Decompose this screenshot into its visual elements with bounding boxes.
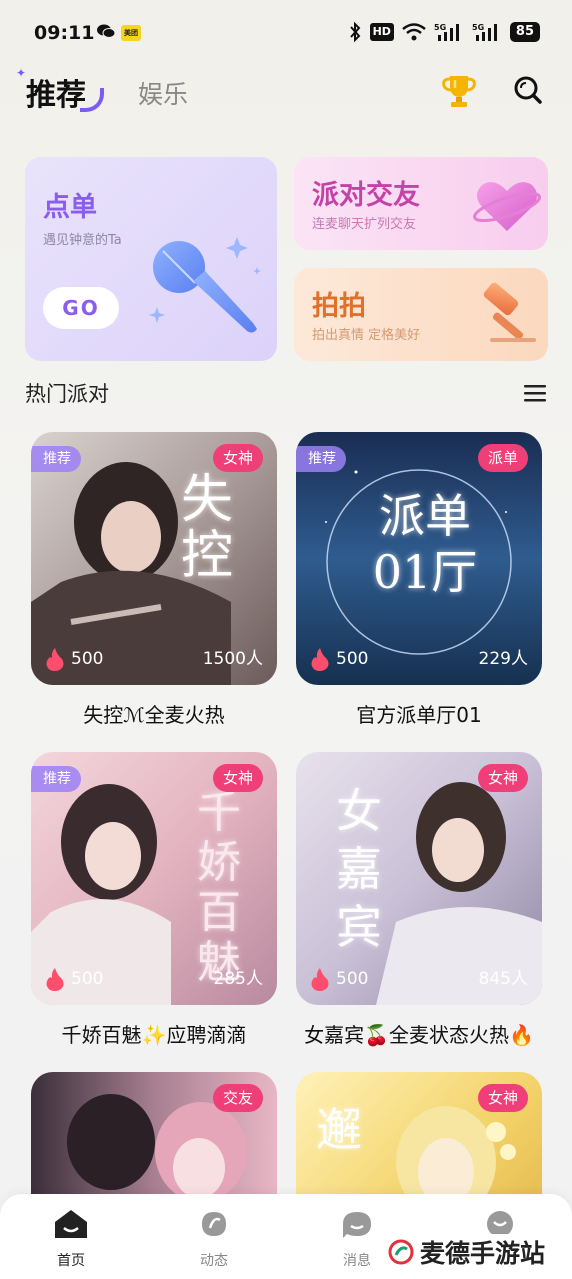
room-card[interactable]: 女嘉宾 女神 500 845人 女嘉宾🍒全麦状态火热🔥 [296, 752, 542, 1048]
room-tag-category: 女神 [477, 1084, 528, 1112]
hd-badge: HD [369, 23, 394, 41]
room-tag-recommend: 推荐 [296, 446, 346, 472]
room-card[interactable]: 失控 推荐 女神 500 1500人 失控ℳ全麦火热 [31, 432, 277, 728]
fire-icon [311, 648, 329, 671]
room-name: 千娇百魅✨应聘滴滴 [61, 1023, 247, 1047]
snap-card-subtitle: 拍出真情 定格美好 [312, 328, 421, 343]
snap-card-title: 拍拍 [312, 291, 366, 322]
wechat-icon [97, 24, 115, 38]
nav-moments[interactable]: 动态 [174, 1208, 254, 1270]
tab-recommend[interactable]: 推荐 [26, 70, 86, 114]
party-card[interactable]: 派对交友 连麦聊天扩列交友 [294, 157, 548, 250]
room-heat: 500 [310, 647, 368, 671]
room-card[interactable]: 派单 01厅 推荐 派单 500 229人 官方派单厅01 [296, 432, 542, 728]
order-card[interactable]: 点单 遇见钟意的Ta GO [25, 157, 277, 361]
room-cover-title: 失控 [181, 470, 234, 586]
room-cover[interactable]: 失控 推荐 女神 500 1500人 [31, 432, 277, 685]
nav-home[interactable]: 首页 [31, 1208, 111, 1270]
watermark-text: 麦德手游站 [420, 1239, 546, 1268]
bluetooth-icon [349, 22, 360, 42]
room-tag-category: 女神 [477, 764, 528, 792]
room-heat: 500 [310, 967, 368, 991]
microphone-icon [149, 237, 261, 333]
party-card-title: 派对交友 [312, 180, 420, 211]
signal-icon: 5G [434, 23, 459, 41]
room-cover-title: 邂 [316, 1103, 362, 1157]
go-button[interactable]: GO [43, 287, 119, 329]
fire-icon [311, 968, 329, 991]
room-cover-title: 女嘉宾 [336, 784, 382, 954]
nav-moments-label: 动态 [200, 1253, 228, 1269]
party-card-subtitle: 连麦聊天扩列交友 [312, 217, 417, 232]
status-time: 09:11 [34, 22, 95, 44]
order-card-title: 点单 [43, 192, 97, 223]
tab-entertainment[interactable]: 娱乐 [138, 75, 188, 111]
top-tabs: ✦ 推荐 娱乐 [0, 62, 572, 122]
room-heat-value: 500 [71, 649, 104, 669]
room-heat-value: 500 [336, 649, 369, 669]
room-name: 失控ℳ全麦火热 [83, 703, 225, 727]
room-cover-title: 派单 01厅 [372, 489, 478, 599]
fire-icon [46, 648, 64, 671]
gavel-icon [483, 282, 536, 342]
status-indicators: HD 5G 5G 85 [348, 22, 540, 42]
home-icon [55, 1210, 87, 1238]
snap-card[interactable]: 拍拍 拍出真情 定格美好 [294, 268, 548, 361]
room-tag-category: 女神 [212, 444, 263, 472]
room-heat: 500 [45, 967, 103, 991]
nav-home-label: 首页 [57, 1253, 85, 1269]
room-cover[interactable]: 千娇百魅 推荐 女神 500 285人 [31, 752, 277, 1005]
room-name: 女嘉宾🍒全麦状态火热🔥 [304, 1023, 534, 1047]
room-member-count: 1500人 [202, 649, 263, 669]
room-heat-value: 500 [71, 969, 104, 989]
message-icon [343, 1212, 371, 1238]
section-title: 热门派对 [25, 382, 109, 406]
trophy-icon[interactable] [440, 72, 478, 110]
menu-icon[interactable] [524, 384, 546, 402]
order-card-subtitle: 遇见钟意的Ta [43, 233, 122, 248]
room-member-count: 845人 [478, 969, 528, 989]
room-member-count: 229人 [478, 649, 528, 669]
heart-planet-icon [473, 182, 541, 231]
moments-icon [202, 1212, 226, 1236]
room-name: 官方派单厅01 [356, 703, 482, 727]
search-icon[interactable] [512, 74, 544, 106]
status-bar: 09:11 美团 HD 5G 5G 85 [0, 0, 572, 66]
wifi-icon [402, 23, 426, 41]
room-tag-category: 派单 [477, 444, 528, 472]
room-member-count: 285人 [213, 969, 263, 989]
active-tab-indicator [80, 88, 104, 112]
meituan-icon: 美团 [121, 25, 141, 41]
svg-text:5G: 5G [434, 23, 446, 32]
room-heat-value: 500 [336, 969, 369, 989]
room-cover[interactable]: 女嘉宾 女神 500 845人 [296, 752, 542, 1005]
signal-icon-2: 5G [472, 23, 497, 41]
watermark: 麦德手游站 [384, 1234, 550, 1270]
watermark-logo-icon [388, 1239, 414, 1265]
room-tag-category: 交友 [212, 1084, 263, 1112]
room-cover[interactable]: 派单 01厅 推荐 派单 500 229人 [296, 432, 542, 685]
room-tag-category: 女神 [212, 764, 263, 792]
sparkle-icon: ✦ [16, 66, 27, 80]
battery-indicator: 85 [509, 22, 540, 42]
room-heat: 500 [45, 647, 103, 671]
room-tag-recommend: 推荐 [31, 446, 81, 472]
svg-text:5G: 5G [472, 23, 484, 32]
room-cover-title: 千娇百魅 [197, 787, 241, 988]
room-card[interactable]: 千娇百魅 推荐 女神 500 285人 千娇百魅✨应聘滴滴 [31, 752, 277, 1048]
room-tag-recommend: 推荐 [31, 766, 81, 792]
fire-icon [46, 968, 64, 991]
